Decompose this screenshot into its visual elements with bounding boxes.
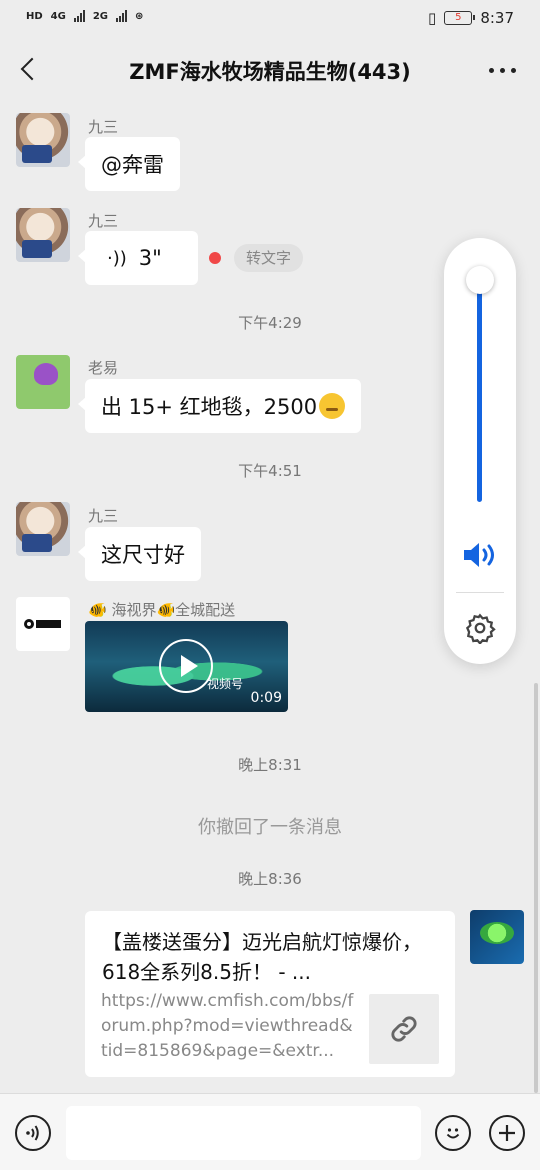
emoji-icon[interactable] [435,1115,471,1151]
speaker-icon[interactable] [461,540,501,570]
voice-duration: 3" [138,246,162,270]
avatar[interactable] [16,113,70,167]
chat-title: ZMF海水牧场精品生物(443) [129,60,411,84]
volume-slider-handle[interactable] [466,266,494,294]
status-icons: HD 4G 2G ⊛ [26,10,143,22]
video-duration: 0:09 [250,690,282,706]
haishijie-logo-icon [24,619,61,629]
avatar[interactable] [16,502,70,556]
message-bubble[interactable]: 这尺寸好 [78,527,201,581]
more-options-icon[interactable] [489,68,516,73]
my-avatar[interactable] [470,910,524,964]
voice-input-icon[interactable] [15,1115,51,1151]
nfc-icon: ⊛ [135,10,144,22]
voice-wave-icon: ⋅)) [107,247,127,269]
hd-label: HD [26,10,43,22]
message-text: @奔雷 [101,153,164,177]
status-bar: HD 4G 2G ⊛ ▯ 5 8:37 [0,0,540,38]
sender-name: 老易 [88,359,119,377]
message-text: 出 15+ 红地毯，2500 [101,395,318,419]
sender-name: 九三 [88,212,119,230]
clock: 8:37 [480,9,514,27]
battery-icon: 5 [444,11,476,25]
message-input[interactable] [66,1106,421,1160]
convert-to-text-button[interactable]: 转文字 [234,244,304,272]
vibrate-icon: ▯ [428,9,437,27]
message-bubble[interactable]: 出 15+ 红地毯，2500 [77,379,362,433]
thinking-emoji-icon [319,393,346,419]
divider [456,592,504,593]
sender-name: 九三 [88,118,119,136]
link-title: 【盖楼送蛋分】迈光启航灯惊爆价，618全系列8.5折！ - ... [102,930,422,984]
avatar[interactable] [16,597,70,651]
signal-2g-label: 2G [92,10,109,22]
avatar[interactable] [16,208,70,262]
recalled-message-notice: 你撤回了一条消息 [198,817,342,838]
message-bubble[interactable]: @奔雷 [78,137,180,191]
volume-slider-track[interactable] [477,284,482,502]
voice-message-bubble[interactable]: ⋅)) 3" [78,231,198,285]
video-watermark: 视频号 [207,677,244,691]
video-message[interactable]: 视频号 0:09 [85,621,288,712]
link-icon [369,994,439,1064]
status-right: ▯ 5 8:37 [428,9,514,27]
link-message-card[interactable]: 【盖楼送蛋分】迈光启航灯惊爆价，618全系列8.5折！ - ... https:… [85,911,455,1077]
volume-panel [444,238,516,664]
scrollbar[interactable] [534,683,538,1093]
unread-dot [209,252,221,264]
sender-name: 九三 [88,507,119,525]
link-url: https://www.cmfish.com/bbs/forum.php?mod… [101,991,354,1061]
signal-strength-icon [73,10,85,22]
back-arrow-icon[interactable] [18,58,42,82]
signal-4g-label: 4G [50,10,66,22]
settings-gear-icon[interactable] [464,612,496,644]
timestamp: 晚上8:31 [238,756,302,774]
chat-header: ZMF海水牧场精品生物(443) [0,38,540,102]
sender-name: 🐠 海视界🐠全城配送 [88,601,236,619]
message-text: 这尺寸好 [101,543,185,567]
avatar[interactable] [16,355,70,409]
play-icon[interactable] [159,639,213,693]
add-more-icon[interactable] [489,1115,525,1151]
input-bar [0,1093,540,1170]
timestamp: 晚上8:36 [238,870,302,888]
signal-strength-icon [116,10,128,22]
